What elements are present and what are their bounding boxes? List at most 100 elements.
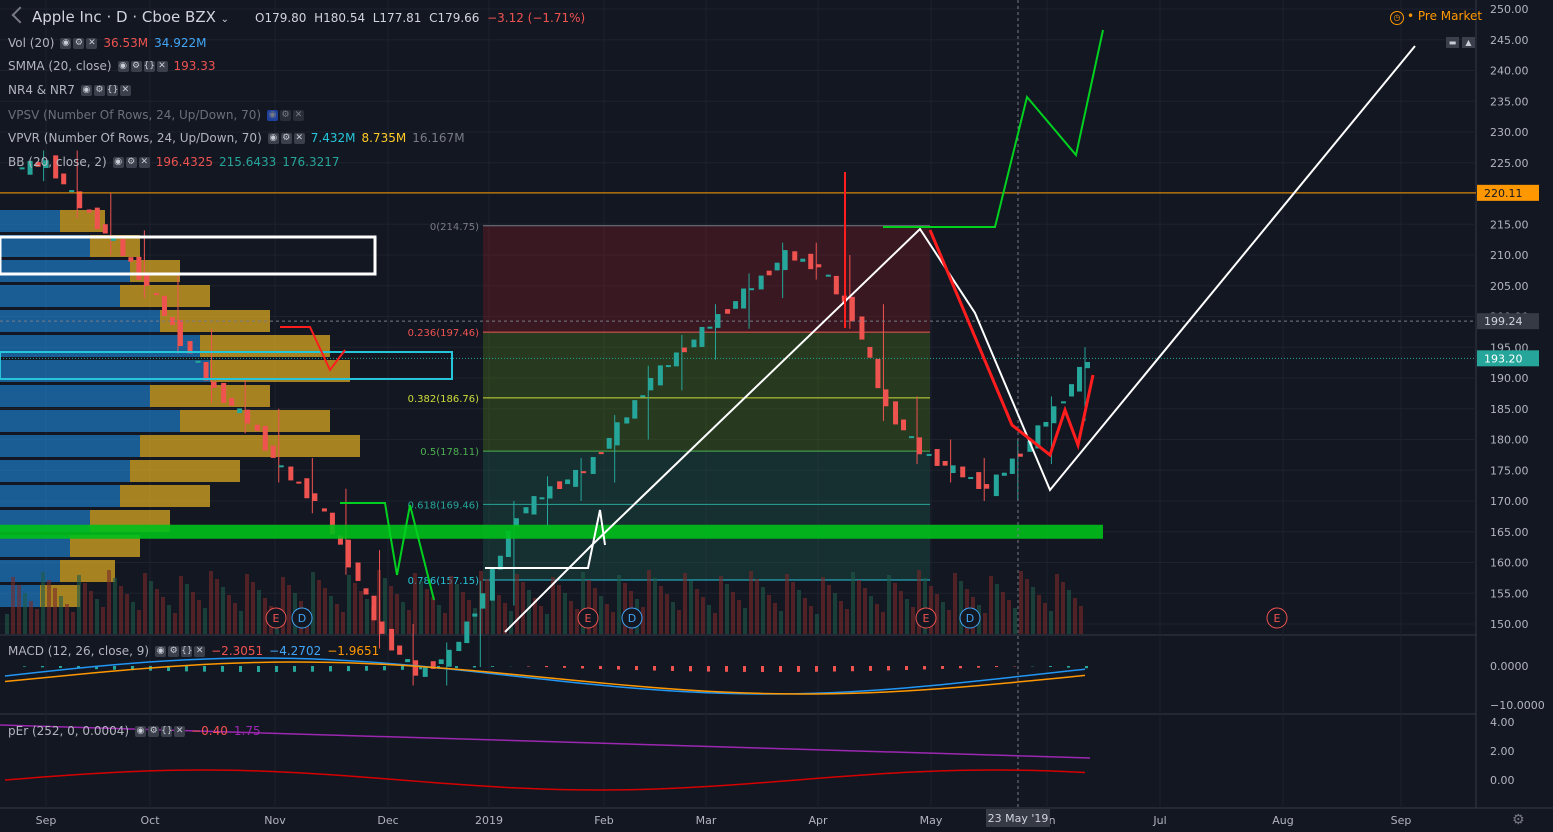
- candle-body: [77, 191, 83, 209]
- volume-bar: [1055, 574, 1059, 634]
- volume-bar: [197, 600, 201, 634]
- vol-name[interactable]: Vol (20): [8, 36, 54, 50]
- bb-name[interactable]: BB (20, close, 2): [8, 155, 107, 169]
- nr-name[interactable]: NR4 & NR7: [8, 83, 75, 97]
- macd-name[interactable]: MACD (12, 26, close, 9): [8, 644, 149, 658]
- volume-bar: [707, 605, 711, 634]
- fib-zone: [483, 225, 930, 333]
- volume-bar: [89, 591, 93, 634]
- volume-bar: [671, 602, 675, 634]
- volume-bar: [77, 575, 81, 634]
- volume-bar: [719, 576, 723, 634]
- volume-bar: [101, 607, 105, 634]
- volume-bar: [833, 593, 837, 634]
- volume-bar: [737, 600, 741, 634]
- volume-bar: [761, 587, 765, 634]
- expand-icon[interactable]: ▲: [1462, 37, 1475, 48]
- volume-bar: [71, 612, 75, 634]
- legend-vpvr[interactable]: VPVR (Number Of Rows, 24, Up/Down, 70) ◉…: [8, 131, 465, 145]
- volume-bar: [419, 581, 423, 634]
- vpsv-name[interactable]: VPSV (Number Of Rows, 24, Up/Down, 70): [8, 108, 261, 122]
- volume-bar: [1037, 595, 1041, 634]
- volume-bar: [905, 599, 909, 634]
- candle-body: [296, 481, 302, 484]
- close-icon: ✕: [86, 37, 98, 49]
- volume-bar: [515, 574, 519, 634]
- price-tick-label: 170.00: [1490, 495, 1529, 508]
- volume-bar: [443, 613, 447, 634]
- candle-body: [254, 424, 260, 431]
- volume-bar: [185, 584, 189, 634]
- legend-buttons[interactable]: ◉ ⚙ ✕: [60, 37, 98, 49]
- volume-bar: [347, 575, 351, 634]
- candle-body: [86, 209, 92, 213]
- legend-macd[interactable]: MACD (12, 26, close, 9) ◉ ⚙{} ✕ −2.3051 −4…: [8, 644, 379, 658]
- legend-buttons[interactable]: ◉ ⚙{} ✕: [155, 645, 206, 657]
- volume-bar: [497, 595, 501, 634]
- change-value: −3.12 (−1.71%): [487, 11, 586, 25]
- volume-bar: [881, 612, 885, 634]
- symbol-title[interactable]: Apple Inc · D · Cboe BZX ⌄: [32, 8, 229, 26]
- candle-body: [270, 445, 276, 458]
- candle-body: [1085, 362, 1090, 369]
- macd-hist-value: −2.3051: [211, 644, 264, 658]
- legend-buttons[interactable]: ◉ ⚙ ✕: [267, 109, 305, 121]
- legend-smma[interactable]: SMMA (20, close) ◉ ⚙{} ✕ 193.33: [8, 59, 216, 73]
- settings-gear-icon[interactable]: ⚙: [1512, 812, 1525, 828]
- legend-bb[interactable]: BB (20, close, 2) ◉ ⚙ ✕ 196.4325 215.6433 …: [8, 155, 340, 169]
- chart-canvas[interactable]: 0(214.75) 0.236(197.46) 0.382(186.76) 0.5(1…: [0, 0, 1553, 832]
- volume-bar: [605, 604, 609, 634]
- candle-body: [539, 497, 545, 500]
- chevron-down-icon[interactable]: ⌄: [221, 14, 229, 25]
- candle-body: [725, 309, 731, 314]
- time-tick-label: Jul: [1152, 814, 1166, 827]
- collapse-icon[interactable]: ▬: [1446, 37, 1459, 48]
- volume-profile-bar: [140, 435, 360, 457]
- volume-bar: [899, 591, 903, 634]
- candle-body: [211, 381, 217, 388]
- legend-buttons[interactable]: ◉ ⚙{} ✕: [80, 84, 131, 96]
- volume-bar: [863, 588, 867, 634]
- volume-bar: [17, 585, 21, 634]
- legend-buttons[interactable]: ◉ ⚙ ✕: [267, 132, 305, 144]
- legend-buttons[interactable]: ◉ ⚙{} ✕: [135, 725, 186, 737]
- legend-nr[interactable]: NR4 & NR7 ◉ ⚙{} ✕: [8, 83, 131, 97]
- legend-buttons[interactable]: ◉ ⚙ ✕: [112, 156, 150, 168]
- volume-bar: [239, 611, 243, 634]
- close-icon: ✕: [138, 156, 150, 168]
- candle-body: [1051, 406, 1057, 424]
- candle-body: [960, 466, 966, 478]
- smma-name[interactable]: SMMA (20, close): [8, 59, 112, 73]
- per-name[interactable]: pEr (252, 0, 0.0004): [8, 724, 129, 738]
- volume-bar: [485, 579, 489, 634]
- legend-buttons[interactable]: ◉ ⚙{} ✕: [117, 60, 168, 72]
- macd-histogram-bar: [347, 666, 350, 672]
- macd-histogram-bar: [113, 666, 116, 670]
- volume-bar: [611, 612, 615, 634]
- per-line: [4, 769, 1086, 791]
- fib-level-label: 0.382(186.76): [408, 394, 480, 405]
- legend-per[interactable]: pEr (252, 0, 0.0004) ◉ ⚙{} ✕ −0.40 1.75: [8, 724, 261, 738]
- macd-histogram-bar: [689, 666, 692, 672]
- volume-bar: [323, 588, 327, 634]
- legend-vpsv[interactable]: VPSV (Number Of Rows, 24, Up/Down, 70) ◉…: [8, 108, 305, 122]
- candle-body: [849, 296, 855, 322]
- vpvr-name[interactable]: VPVR (Number Of Rows, 24, Up/Down, 70): [8, 131, 262, 145]
- candle-body: [161, 295, 167, 316]
- candle-body: [1043, 421, 1049, 427]
- legend-vol[interactable]: Vol (20) ◉ ⚙ ✕ 36.53M 34.922M: [8, 36, 206, 50]
- candle-body: [968, 477, 974, 480]
- per-tick-label: 2.00: [1490, 745, 1515, 758]
- bb-basis-value: 196.4325: [155, 155, 213, 169]
- premarket-label: Pre Market: [1417, 9, 1483, 23]
- premarket-badge[interactable]: ◷ • Pre Market: [1390, 9, 1482, 25]
- volume-profile-bar: [120, 485, 210, 507]
- vol-value: 36.53M: [103, 36, 149, 50]
- volume-bar: [407, 610, 411, 634]
- symbol-name[interactable]: Apple Inc: [32, 8, 102, 26]
- macd-histogram-bar: [761, 666, 764, 672]
- macd-histogram-bar: [203, 666, 206, 672]
- interval[interactable]: D: [116, 8, 128, 26]
- volume-bar: [173, 613, 177, 634]
- fib-zone: [483, 332, 930, 452]
